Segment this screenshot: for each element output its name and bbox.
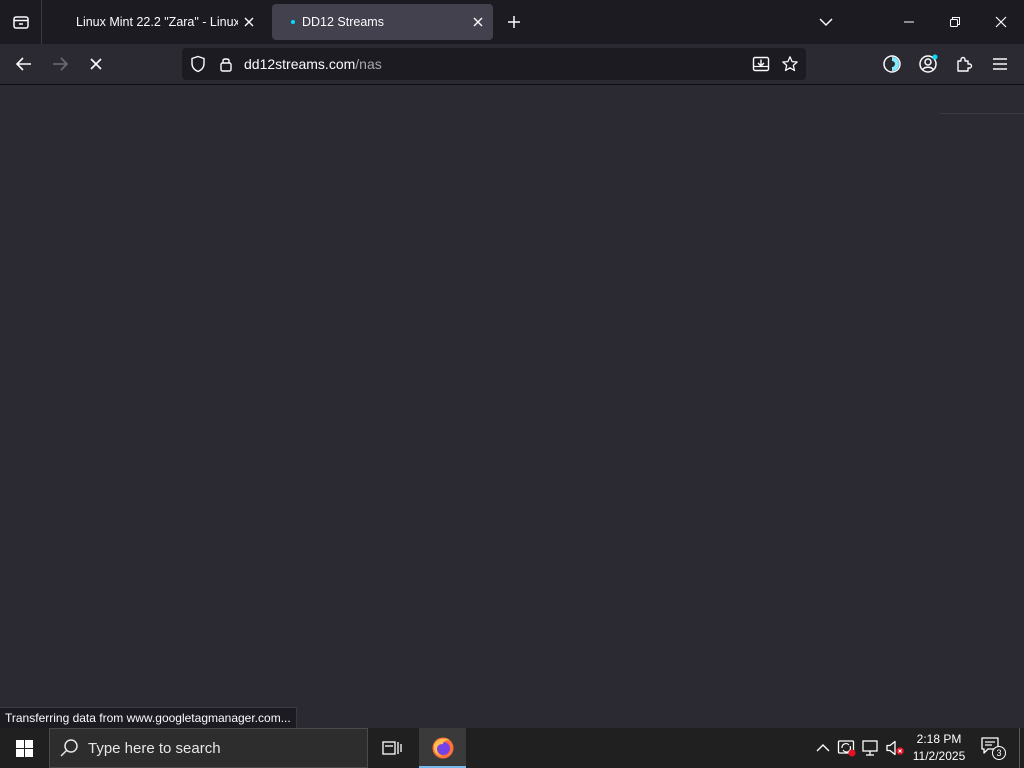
- volume-button[interactable]: [885, 738, 905, 758]
- start-button[interactable]: [0, 728, 48, 768]
- network-ethernet-icon: [862, 740, 878, 756]
- notification-count-badge: 3: [992, 746, 1006, 760]
- hamburger-menu-icon: [993, 58, 1007, 70]
- loading-indicator-icon: [291, 20, 295, 24]
- chevron-down-icon: [819, 18, 833, 27]
- shield-icon[interactable]: [189, 55, 207, 73]
- stop-x-icon: [90, 58, 102, 70]
- chevron-up-icon: [816, 744, 830, 752]
- forward-button[interactable]: [45, 50, 75, 78]
- tab-title: DD12 Streams: [302, 15, 384, 29]
- search-icon: [60, 739, 78, 757]
- tab-close-button[interactable]: [242, 15, 256, 29]
- tab-linux-mint[interactable]: Linux Mint 22.2 "Zara" - Linux Mint: [66, 4, 264, 40]
- vpn-button[interactable]: [877, 50, 907, 78]
- tab-close-button[interactable]: [471, 15, 485, 29]
- taskbar-firefox-button[interactable]: [419, 728, 466, 768]
- close-icon: [473, 17, 483, 27]
- url-bar[interactable]: dd12streams.com/nas: [182, 48, 806, 80]
- task-view-icon: [382, 741, 402, 755]
- search-placeholder: Type here to search: [88, 740, 221, 757]
- minimize-button[interactable]: [886, 0, 932, 44]
- tab-dd12-streams[interactable]: DD12 Streams: [272, 4, 493, 40]
- page-content: [0, 85, 1024, 728]
- status-panel: Transferring data from www.googletagmana…: [0, 707, 297, 728]
- new-tab-button[interactable]: [502, 10, 526, 34]
- tab-strip: Linux Mint 22.2 "Zara" - Linux Mint DD12…: [0, 0, 1024, 44]
- extensions-button[interactable]: [949, 50, 979, 78]
- navigation-toolbar: dd12streams.com/nas: [0, 44, 1024, 85]
- network-button[interactable]: [861, 738, 881, 758]
- system-clock[interactable]: 2:18 PM 11/2/2025: [906, 731, 972, 765]
- arrow-right-icon: [53, 57, 69, 71]
- tab-title: Linux Mint 22.2 "Zara" - Linux Mint: [76, 15, 238, 29]
- close-window-button[interactable]: [978, 0, 1024, 44]
- url-host: dd12streams.com: [244, 56, 356, 72]
- bookmark-star-icon[interactable]: [781, 55, 799, 73]
- tab-list-button[interactable]: [0, 0, 42, 44]
- taskbar-search-box[interactable]: Type here to search: [49, 728, 368, 768]
- tab-list-icon: [12, 16, 29, 29]
- close-icon: [995, 16, 1007, 28]
- url-path: /nas: [355, 56, 382, 72]
- lock-icon[interactable]: [217, 55, 235, 73]
- close-icon: [244, 17, 254, 27]
- arrow-left-icon: [15, 57, 31, 71]
- url-text[interactable]: dd12streams.com/nas: [244, 56, 382, 72]
- list-all-tabs-button[interactable]: [814, 10, 838, 34]
- firefox-icon: [432, 737, 453, 759]
- volume-muted-icon: [886, 740, 904, 756]
- clock-date: 11/2/2025: [912, 749, 966, 763]
- puzzle-piece-icon: [957, 56, 973, 72]
- show-hidden-icons-button[interactable]: [813, 738, 833, 758]
- menu-button[interactable]: [985, 50, 1015, 78]
- stop-loading-button[interactable]: [81, 50, 111, 78]
- notification-center-button[interactable]: 3: [980, 736, 1006, 760]
- save-to-pocket-icon[interactable]: [752, 55, 770, 73]
- account-button[interactable]: [913, 50, 943, 78]
- tray-app-icon[interactable]: [837, 738, 857, 758]
- restore-button[interactable]: [932, 0, 978, 44]
- vpn-icon: [883, 55, 901, 73]
- divider: [940, 113, 1024, 114]
- minimize-icon: [904, 21, 914, 23]
- plus-icon: [508, 16, 520, 28]
- account-icon: [919, 54, 938, 73]
- clock-time: 2:18 PM: [916, 732, 962, 746]
- restore-icon: [950, 17, 960, 27]
- back-button[interactable]: [9, 50, 39, 78]
- task-view-button[interactable]: [376, 728, 408, 768]
- taskbar: Type here to search 2:18 PM 11/2/2025 3: [0, 728, 1024, 768]
- sync-warning-icon: [837, 740, 856, 757]
- show-desktop-button[interactable]: [1019, 728, 1020, 768]
- windows-logo-icon: [15, 739, 33, 757]
